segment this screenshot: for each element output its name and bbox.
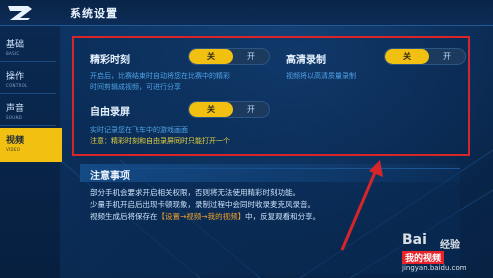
sidebar-item-sublabel: SOUND [6,115,23,120]
watermark-caption: 我的视频 [402,251,445,264]
back-logo-icon[interactable] [6,3,36,21]
sidebar-item-sound[interactable]: 声音 SOUND [0,96,56,126]
toggle-off-option[interactable]: 开 [429,49,465,64]
watermark-url: jingyan.baidu.com [402,264,467,272]
sidebar-item-video[interactable]: 视频 VIDEO [0,128,62,162]
toggle-on-option[interactable]: 关 [189,102,233,117]
free-record-toggle[interactable]: 关 开 [188,101,270,118]
sidebar-item-sublabel: CONTROL [6,83,28,88]
hd-record-toggle[interactable]: 关 开 [384,48,466,65]
top-bar: 系统设置 [0,0,493,26]
toggle-off-option[interactable]: 开 [233,49,269,64]
toggle-on-option[interactable]: 关 [189,49,233,64]
watermark-brand: Bai [402,232,427,248]
notice-title: 注意事项 [90,171,130,182]
toggle-off-option[interactable]: 开 [233,102,269,117]
free-record-note: 注意：精彩时刻和自由录屏同时只能打开一个 [90,137,230,145]
sidebar-item-label: 基础 [6,40,25,50]
hd-record-desc: 视频将以高清质量录制 [286,72,356,80]
hd-record-setting-title: 高清录制 [286,55,326,66]
sidebar-item-basic[interactable]: 基础 BASIC [0,32,56,62]
notice-line-2: 少量手机开启后出现卡顿现象，录制过程中会同时收录麦克风录音。 [90,200,315,209]
notice-line-1: 部分手机会要求开启相关权限，否则将无法使用精彩时刻功能。 [90,188,300,197]
watermark-brand-2: 经验 [440,240,460,251]
notice-line-3-post: 中，反复观看和分享。 [245,212,321,221]
toggle-on-option[interactable]: 关 [385,49,429,64]
notice-path-highlight: 【设置→视频→我的视频】 [157,212,246,221]
free-record-setting-title: 自由录屏 [90,107,130,118]
free-record-desc: 实时记录您在飞车中的游戏画面 [90,126,188,134]
notice-line-3: 视频生成后将保存在【设置→视频→我的视频】中，反复观看和分享。 [90,211,320,222]
highlight-toggle[interactable]: 关 开 [188,48,270,65]
sidebar-item-control[interactable]: 操作 CONTROL [0,64,56,94]
notice-line-3-pre: 视频生成后将保存在 [90,212,158,221]
notice-header [80,164,460,182]
highlight-setting-title: 精彩时刻 [90,55,130,66]
highlight-desc-line2: 时间剪辑成视频，可进行分享 [90,83,181,91]
sidebar-item-label: 视频 [6,136,25,146]
sidebar-item-sublabel: BASIC [6,51,20,56]
page-title: 系统设置 [70,7,118,20]
highlight-desc-line1: 开启后，比赛结束时自动将您在比赛中的精彩 [90,72,230,80]
sidebar: 基础 BASIC 操作 CONTROL 声音 SOUND 视频 VIDEO [0,26,62,278]
sidebar-item-label: 声音 [6,104,25,114]
sidebar-item-label: 操作 [6,72,25,82]
sidebar-item-sublabel: VIDEO [6,147,21,152]
